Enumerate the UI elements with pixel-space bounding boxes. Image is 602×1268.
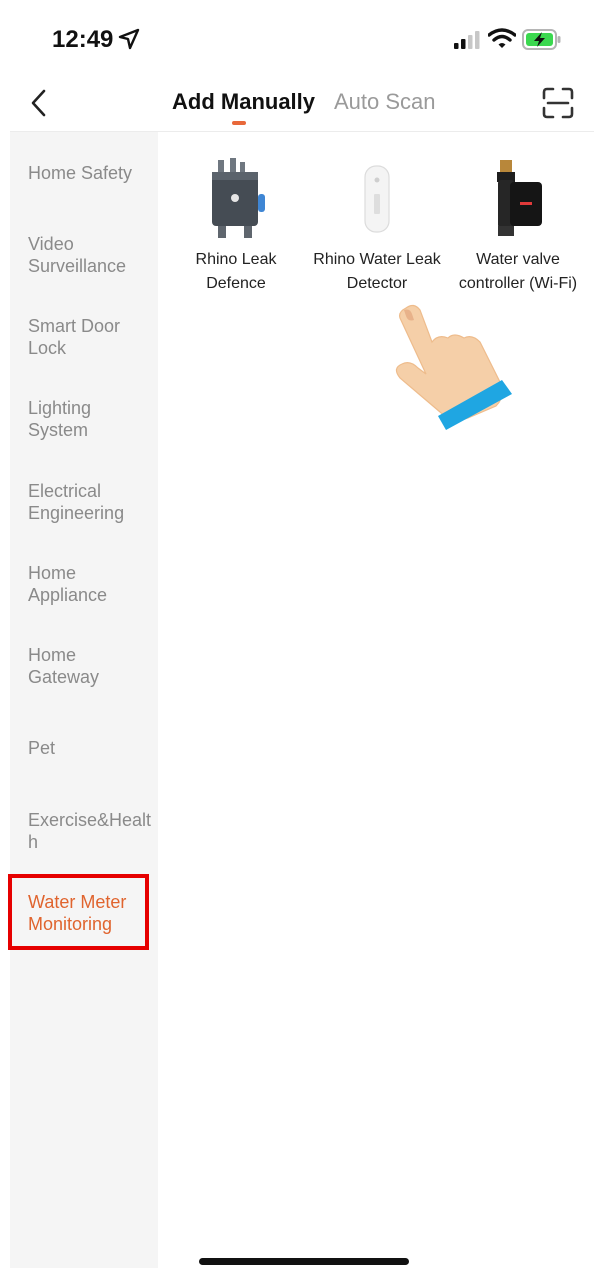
product-rhino-leak-defence[interactable]: Rhino Leak Defence [166,156,306,296]
product-rhino-water-leak-detector[interactable]: Rhino Water Leak Detector [307,156,447,296]
tab-auto-scan[interactable]: Auto Scan [334,89,436,115]
tab-add-manually[interactable]: Add Manually [172,89,315,115]
product-label: Rhino Water Leak Detector [313,251,441,292]
sidebar-item-home-gateway[interactable]: Home Gateway [28,644,152,688]
cellular-signal-icon [454,31,480,49]
back-chevron-icon[interactable] [26,86,56,120]
sidebar-item-smart-door-lock[interactable]: Smart Door Lock [28,315,152,359]
wifi-icon [488,28,516,48]
leak-defence-device-image [212,158,265,238]
product-water-valve-controller[interactable]: Water valve controller (Wi-Fi) [448,156,588,296]
status-time: 12:49 [52,26,114,53]
product-label: Water valve controller (Wi-Fi) [458,251,578,292]
home-indicator [199,1258,409,1265]
valve-controller-device-image [497,160,542,236]
sidebar-item-home-safety[interactable]: Home Safety [28,162,152,184]
selected-category-highlight [8,874,149,950]
sidebar-item-lighting-system[interactable]: Lighting System [28,397,152,441]
sidebar-item-pet[interactable]: Pet [28,737,152,759]
sidebar-item-home-appliance[interactable]: Home Appliance [28,562,152,606]
sidebar-item-exercise-health[interactable]: Exercise&Health [28,809,152,853]
pointing-hand-icon [395,304,512,430]
leak-detector-device-image [364,165,390,233]
product-label: Rhino Leak Defence [195,251,277,292]
sidebar-item-video-surveillance[interactable]: Video Surveillance [28,233,152,277]
location-arrow-icon [118,28,140,50]
active-tab-indicator [232,121,246,125]
battery-charging-icon [522,29,561,50]
scan-icon[interactable] [540,86,576,120]
sidebar-item-electrical-engineering[interactable]: Electrical Engineering [28,480,152,524]
category-sidebar: Home Safety Video Surveillance Smart Doo… [10,132,158,1268]
